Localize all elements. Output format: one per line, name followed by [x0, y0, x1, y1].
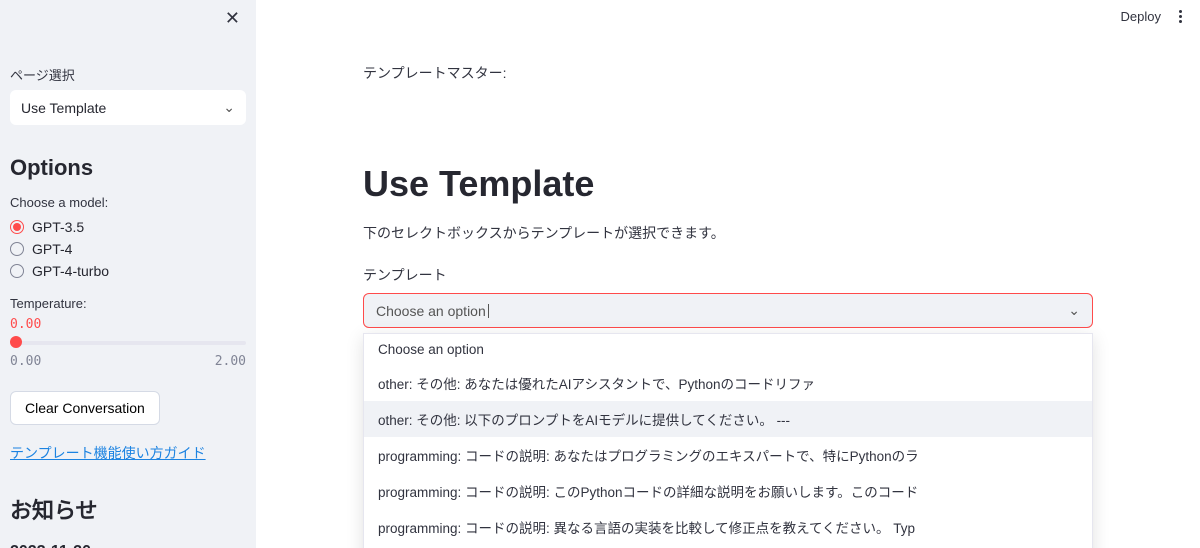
- template-option[interactable]: programming: コードの説明: このPythonコードの詳細な説明をお…: [364, 473, 1092, 509]
- temperature-value: 0.00: [10, 317, 246, 332]
- chevron-down-icon: ⌄: [223, 99, 235, 116]
- radio-icon: [10, 220, 24, 234]
- template-option[interactable]: programming: コードの説明: 異なる言語の実装を比較して修正点を教え…: [364, 509, 1092, 545]
- template-select-value: Choose an option: [376, 303, 486, 319]
- template-select-wrap: Choose an option ⌄ Choose an optionother…: [363, 293, 1093, 328]
- deploy-button[interactable]: Deploy: [1121, 9, 1161, 24]
- template-option[interactable]: other: その他: 以下のプロンプトをAIモデルに提供してください。 ---: [364, 401, 1092, 437]
- close-icon[interactable]: ✕: [219, 8, 246, 29]
- sidebar: ✕ ページ選択 Use Template ⌄ Options Choose a …: [0, 0, 256, 548]
- main-area: Deploy テンプレートマスター: Use Template 下のセレクトボッ…: [256, 0, 1200, 548]
- template-master-label: テンプレートマスター:: [363, 63, 1093, 83]
- radio-icon: [10, 242, 24, 256]
- page-subtext: 下のセレクトボックスからテンプレートが選択できます。: [363, 223, 1093, 243]
- template-guide-link[interactable]: テンプレート機能使い方ガイド: [10, 443, 206, 463]
- model-radio-gpt-4[interactable]: GPT-4: [10, 238, 246, 260]
- text-caret: [488, 304, 489, 318]
- template-select[interactable]: Choose an option ⌄: [363, 293, 1093, 328]
- page-select-value: Use Template: [21, 100, 106, 116]
- model-radio-label: GPT-4: [32, 241, 72, 257]
- temperature-slider[interactable]: [10, 334, 246, 350]
- model-radio-gpt-4-turbo[interactable]: GPT-4-turbo: [10, 260, 246, 282]
- news-heading: お知らせ: [10, 493, 246, 525]
- template-field-label: テンプレート: [363, 265, 1093, 285]
- page-select-label: ページ選択: [10, 65, 246, 84]
- model-radio-label: GPT-3.5: [32, 219, 84, 235]
- model-label: Choose a model:: [10, 195, 246, 210]
- content: テンプレートマスター: Use Template 下のセレクトボックスからテンプ…: [363, 33, 1093, 328]
- model-radio-group: GPT-3.5 GPT-4 GPT-4-turbo: [10, 216, 246, 282]
- temperature-label: Temperature:: [10, 296, 246, 311]
- template-option[interactable]: programming: コードの説明: あなたはプログラミングのエキスパートで…: [364, 437, 1092, 473]
- template-dropdown-menu: Choose an optionother: その他: あなたは優れたAIアシス…: [363, 333, 1093, 548]
- clear-conversation-button[interactable]: Clear Conversation: [10, 391, 160, 425]
- template-option[interactable]: Choose an option: [364, 334, 1092, 365]
- temperature-max: 2.00: [215, 354, 246, 369]
- page-title: Use Template: [363, 163, 1093, 205]
- page-select[interactable]: Use Template ⌄: [10, 90, 246, 125]
- temperature-min: 0.00: [10, 354, 41, 369]
- kebab-menu-icon[interactable]: [1175, 6, 1186, 27]
- template-option[interactable]: other: その他: あなたは優れたAIアシスタントで、Pythonのコードリ…: [364, 365, 1092, 401]
- model-radio-label: GPT-4-turbo: [32, 263, 109, 279]
- model-radio-gpt-35[interactable]: GPT-3.5: [10, 216, 246, 238]
- chevron-down-icon: ⌄: [1068, 302, 1080, 319]
- radio-icon: [10, 264, 24, 278]
- options-heading: Options: [10, 155, 246, 181]
- news-date: 2023-11-20: [10, 543, 246, 548]
- topbar: Deploy: [256, 0, 1200, 33]
